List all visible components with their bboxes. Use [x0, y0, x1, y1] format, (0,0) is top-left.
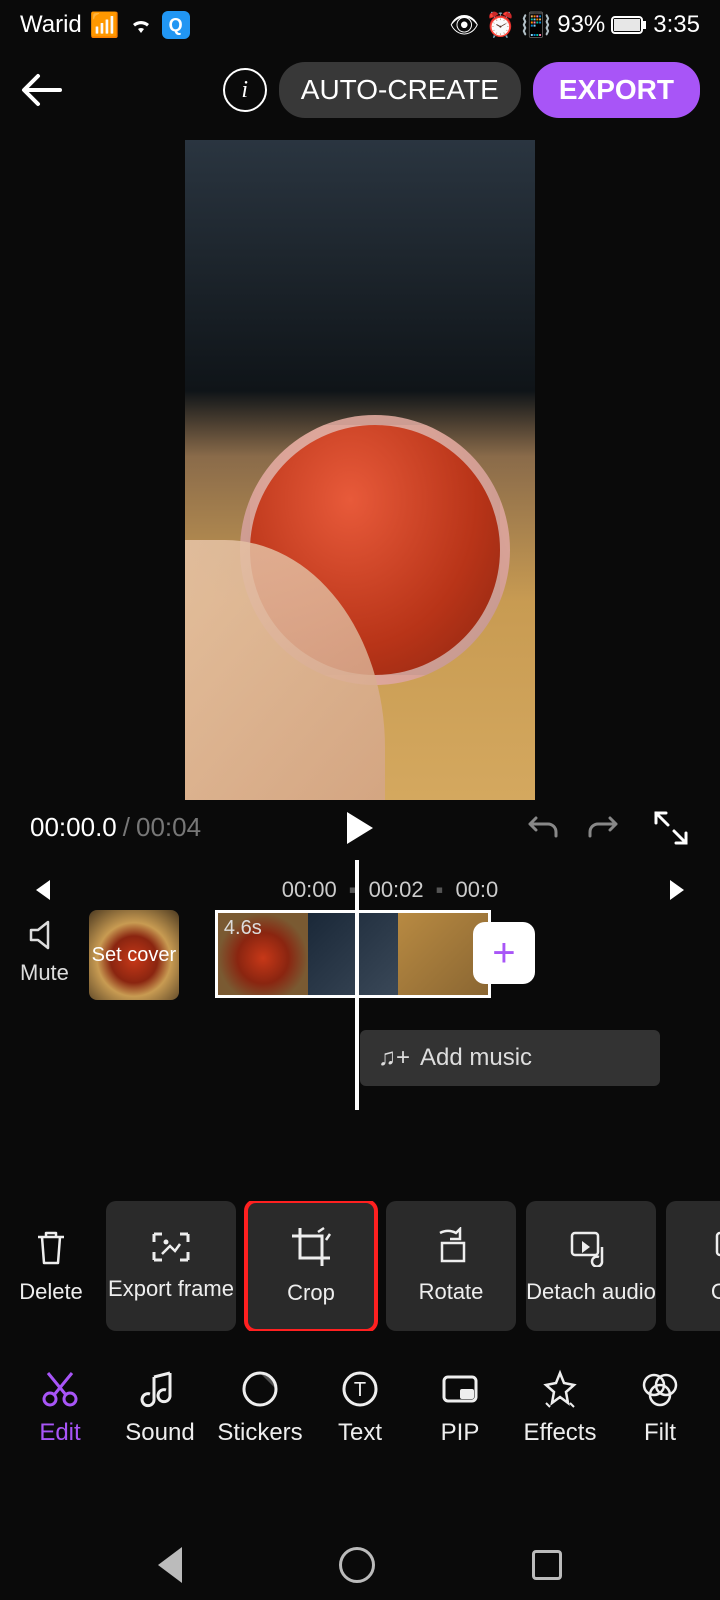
tool-label: Crop [287, 1280, 335, 1306]
set-cover-label: Set cover [92, 944, 176, 967]
add-clip-button[interactable]: + [473, 922, 535, 984]
timeline-ruler: 00:00 ▪ 00:02 ▪ 00:0 [0, 870, 720, 910]
tool-detach-audio[interactable]: Detach audio [526, 1201, 656, 1331]
tab-stickers[interactable]: Stickers [210, 1369, 310, 1447]
time-current: 00:00.0 [30, 812, 117, 843]
signal-icon: 📶 [90, 11, 120, 40]
tab-text[interactable]: T Text [310, 1369, 410, 1447]
tool-export-frame[interactable]: Export frame [106, 1201, 236, 1331]
speaker-icon [27, 918, 61, 952]
carrier-label: Warid [20, 11, 82, 39]
clip-duration: 4.6s [224, 917, 262, 940]
tab-pip[interactable]: PIP [410, 1369, 510, 1447]
tool-rotate[interactable]: Rotate [386, 1201, 516, 1331]
ruler-mark-2: 00:0 [455, 877, 498, 903]
ruler-dot: ▪ [436, 877, 444, 903]
wifi-icon [128, 15, 154, 35]
clip-tools: Delete Export frame Crop Rotate Detach a… [0, 1201, 720, 1331]
nav-back-button[interactable] [158, 1547, 182, 1583]
play-button[interactable] [347, 812, 373, 844]
crop-icon [290, 1226, 332, 1268]
set-cover-button[interactable]: Set cover [89, 910, 179, 1000]
export-button[interactable]: EXPORT [533, 62, 700, 118]
detach-audio-icon [568, 1227, 614, 1267]
go-end-button[interactable] [668, 878, 690, 902]
tool-crop[interactable]: Crop [246, 1201, 376, 1331]
tab-label: Edit [39, 1419, 80, 1447]
info-button[interactable]: i [223, 68, 267, 112]
timeline: 00:00 ▪ 00:02 ▪ 00:0 Mute Set cover 4.6s… [0, 860, 720, 1020]
ruler-mark-1: 00:02 [369, 877, 424, 903]
tab-effects[interactable]: Effects [510, 1369, 610, 1447]
app-header: i AUTO-CREATE EXPORT [0, 50, 720, 130]
auto-create-button[interactable]: AUTO-CREATE [279, 62, 521, 118]
tool-label: Detach audio [526, 1279, 656, 1305]
tab-label: Stickers [217, 1419, 302, 1447]
music-note-icon: ♫+ [378, 1044, 410, 1072]
status-left: Warid 📶 Q [20, 11, 190, 40]
back-button[interactable] [20, 72, 64, 108]
tab-label: Sound [125, 1419, 194, 1447]
tool-label: Cop [711, 1279, 720, 1305]
tab-sound[interactable]: Sound [110, 1369, 210, 1447]
ruler-mark-0: 00:00 [282, 877, 337, 903]
tool-label: Rotate [419, 1279, 484, 1305]
export-frame-icon [150, 1230, 192, 1264]
scissors-icon [40, 1369, 80, 1409]
preview-area [0, 130, 720, 800]
battery-icon [611, 16, 647, 34]
tool-label: Delete [19, 1279, 83, 1305]
tool-label: Export frame [108, 1276, 234, 1302]
add-music-label: Add music [420, 1044, 532, 1072]
copy-icon [711, 1227, 720, 1267]
filters-icon [640, 1369, 680, 1409]
music-icon [140, 1369, 180, 1409]
video-preview[interactable] [185, 140, 535, 800]
undo-button[interactable] [524, 816, 558, 840]
playhead[interactable] [355, 860, 359, 1110]
playback-bar: 00:00.0 / 00:04 [0, 800, 720, 860]
nav-recent-button[interactable] [532, 1550, 562, 1580]
mute-label: Mute [20, 960, 69, 986]
tab-label: Text [338, 1419, 382, 1447]
effects-icon [540, 1369, 580, 1409]
tool-delete[interactable]: Delete [6, 1201, 96, 1331]
android-nav-bar [0, 1530, 720, 1600]
text-icon: T [340, 1369, 380, 1409]
trash-icon [32, 1227, 70, 1267]
battery-percent: 93% [557, 11, 605, 39]
add-music-button[interactable]: ♫+ Add music [360, 1030, 660, 1086]
tool-copy[interactable]: Cop [666, 1201, 720, 1331]
pip-icon [440, 1369, 480, 1409]
alarm-icon: ⏰ [485, 11, 515, 40]
clock-time: 3:35 [653, 11, 700, 39]
tab-filters[interactable]: Filt [610, 1369, 710, 1447]
fullscreen-button[interactable] [652, 809, 690, 847]
go-start-button[interactable] [30, 878, 52, 902]
tab-label: PIP [441, 1419, 480, 1447]
tab-edit[interactable]: Edit [10, 1369, 110, 1447]
rotate-icon [430, 1227, 472, 1267]
eye-icon: 👁 [449, 11, 479, 40]
vibrate-icon: 📳 [521, 11, 551, 40]
mute-button[interactable]: Mute [20, 918, 69, 986]
search-app-icon: Q [162, 11, 190, 39]
bottom-tabs: Edit Sound Stickers T Text PIP Effects [0, 1349, 720, 1467]
status-right: 👁 ⏰ 📳 93% 3:35 [449, 11, 700, 40]
redo-button[interactable] [588, 816, 622, 840]
video-clip[interactable]: 4.6s [215, 910, 491, 998]
time-separator: / [123, 812, 130, 843]
nav-home-button[interactable] [339, 1547, 375, 1583]
sticker-icon [240, 1369, 280, 1409]
svg-text:T: T [354, 1379, 366, 1401]
tab-label: Filt [644, 1419, 676, 1447]
time-total: 00:04 [136, 812, 201, 843]
tab-label: Effects [524, 1419, 597, 1447]
status-bar: Warid 📶 Q 👁 ⏰ 📳 93% 3:35 [0, 0, 720, 50]
